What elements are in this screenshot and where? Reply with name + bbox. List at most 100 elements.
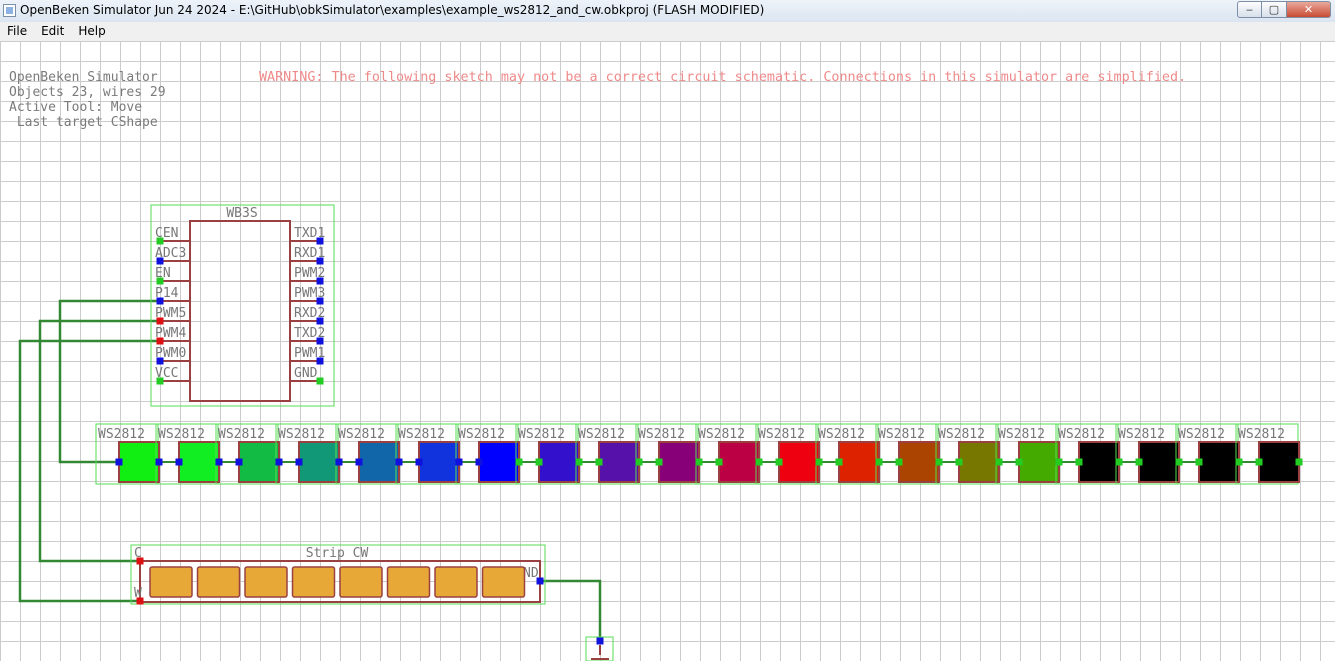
ws2812-pin-out[interactable] (995, 458, 1003, 466)
ws2812-led[interactable] (1078, 441, 1120, 483)
strip-pin-gnd[interactable] (536, 577, 544, 585)
ws2812-pin-in[interactable] (835, 458, 843, 466)
ws2812-pin-in[interactable] (295, 458, 303, 466)
ws2812-led[interactable] (358, 441, 400, 483)
ws2812-pin-out[interactable] (215, 458, 223, 466)
ws2812-led[interactable] (718, 441, 760, 483)
ws2812-led[interactable] (898, 441, 940, 483)
close-button[interactable]: ✕ (1287, 1, 1331, 18)
wb3s-pin-en[interactable] (156, 277, 164, 285)
ws2812-led[interactable] (478, 441, 520, 483)
ws2812-pin-out[interactable] (875, 458, 883, 466)
strip-segment[interactable] (386, 566, 431, 598)
ws2812-chain[interactable]: WS2812 WS2812 WS2812 WS2812 WS2812 WS2812 WS28… (95, 423, 1303, 485)
ws2812-pin-in[interactable] (775, 458, 783, 466)
ws2812-pin-in[interactable] (415, 458, 423, 466)
ws2812-pin-in[interactable] (535, 458, 543, 466)
ws2812-pin-in[interactable] (595, 458, 603, 466)
ws2812-pin-out[interactable] (1235, 458, 1243, 466)
ws2812-pin-out[interactable] (515, 458, 523, 466)
ws2812-pin-out[interactable] (1295, 458, 1303, 466)
ws2812-led[interactable] (838, 441, 880, 483)
ws2812-pin-out[interactable] (335, 458, 343, 466)
ws2812-pin-out[interactable] (395, 458, 403, 466)
wb3s-body[interactable] (189, 220, 291, 402)
menu-help[interactable]: Help (71, 22, 112, 41)
menu-file[interactable]: File (0, 22, 34, 41)
ws2812-pin-out[interactable] (455, 458, 463, 466)
ws2812-led[interactable] (118, 441, 160, 483)
ws2812-pin-in[interactable] (715, 458, 723, 466)
wb3s-pin-pwm2[interactable] (316, 277, 324, 285)
ws2812-pin-out[interactable] (275, 458, 283, 466)
ws2812-led[interactable] (418, 441, 460, 483)
ws2812-led[interactable] (178, 441, 220, 483)
wb3s-pin-pwm3[interactable] (316, 297, 324, 305)
ws2812-pin-in[interactable] (235, 458, 243, 466)
ws2812-pin-in[interactable] (1195, 458, 1203, 466)
ws2812-pin-in[interactable] (175, 458, 183, 466)
wb3s-pin-p14[interactable] (156, 297, 164, 305)
strip-segment[interactable] (244, 566, 288, 598)
ws2812-pin-out[interactable] (575, 458, 583, 466)
wb3s-pin-cen[interactable] (156, 237, 164, 245)
wb3s-module[interactable]: WB3SCENADC3ENP14PWM5PWM4PWM0VCCTXD1RXD1P… (150, 204, 335, 407)
ws2812-pin-in[interactable] (655, 458, 663, 466)
ws2812-pin-out[interactable] (1115, 458, 1123, 466)
ws2812-led[interactable] (658, 441, 700, 483)
ws2812-pin-in[interactable] (355, 458, 363, 466)
ws2812-led[interactable] (238, 441, 280, 483)
wb3s-pin-pwm4[interactable] (156, 337, 164, 345)
wb3s-pin-pwm5[interactable] (156, 317, 164, 325)
ws2812-pin-in[interactable] (475, 458, 483, 466)
ws2812-pin-in[interactable] (115, 458, 123, 466)
ws2812-led[interactable] (1018, 441, 1060, 483)
wire-strip-to-ground[interactable] (540, 579, 602, 641)
ws2812-led[interactable] (778, 441, 820, 483)
strip-segment[interactable] (481, 566, 526, 598)
ws2812-led[interactable] (298, 441, 340, 483)
ws2812-led[interactable] (1138, 441, 1180, 483)
wb3s-pin-rxd1[interactable] (316, 257, 324, 265)
wb3s-pin-pwm0[interactable] (156, 357, 164, 365)
minimize-button[interactable]: ‒ (1237, 1, 1262, 18)
wb3s-pin-txd1[interactable] (316, 237, 324, 245)
maximize-button[interactable]: ▢ (1262, 1, 1287, 18)
ws2812-pin-in[interactable] (955, 458, 963, 466)
wb3s-pin-txd2[interactable] (316, 337, 324, 345)
ws2812-pin-out[interactable] (695, 458, 703, 466)
strip-segment[interactable] (149, 566, 193, 598)
ws2812-pin-out[interactable] (155, 458, 163, 466)
ws2812-pin-out[interactable] (1175, 458, 1183, 466)
ws2812-pin-out[interactable] (755, 458, 763, 466)
strip-segment[interactable] (291, 566, 336, 598)
strip-cw[interactable]: Strip CWCWND (130, 544, 546, 605)
ground-pin[interactable] (596, 637, 604, 645)
ws2812-pin-in[interactable] (1015, 458, 1023, 466)
strip-segment[interactable] (339, 566, 383, 598)
ws2812-led[interactable] (1198, 441, 1240, 483)
ws2812-pin-out[interactable] (935, 458, 943, 466)
ws2812-led[interactable] (598, 441, 640, 483)
wb3s-pin-adc3[interactable] (156, 257, 164, 265)
title-bar[interactable]: OpenBeken Simulator Jun 24 2024 - E:\Git… (0, 0, 1335, 23)
wb3s-pin-gnd[interactable] (316, 377, 324, 385)
ws2812-pin-in[interactable] (1135, 458, 1143, 466)
wb3s-pin-pwm1[interactable] (316, 357, 324, 365)
strip-pin-w[interactable] (136, 597, 144, 605)
ws2812-pin-out[interactable] (1055, 458, 1063, 466)
menu-edit[interactable]: Edit (34, 22, 71, 41)
strip-pin-c[interactable] (136, 557, 144, 565)
ws2812-pin-out[interactable] (815, 458, 823, 466)
strip-segment[interactable] (196, 566, 241, 598)
ws2812-pin-in[interactable] (1255, 458, 1263, 466)
wb3s-pin-vcc[interactable] (156, 377, 164, 385)
ground-symbol[interactable] (585, 636, 614, 661)
ws2812-pin-in[interactable] (895, 458, 903, 466)
ws2812-led[interactable] (538, 441, 580, 483)
ws2812-pin-in[interactable] (1075, 458, 1083, 466)
circuit-scene[interactable]: WB3SCENADC3ENP14PWM5PWM4PWM0VCCTXD1RXD1P… (0, 41, 1335, 661)
ws2812-led[interactable] (958, 441, 1000, 483)
wb3s-pin-rxd2[interactable] (316, 317, 324, 325)
ws2812-led[interactable] (1258, 441, 1300, 483)
